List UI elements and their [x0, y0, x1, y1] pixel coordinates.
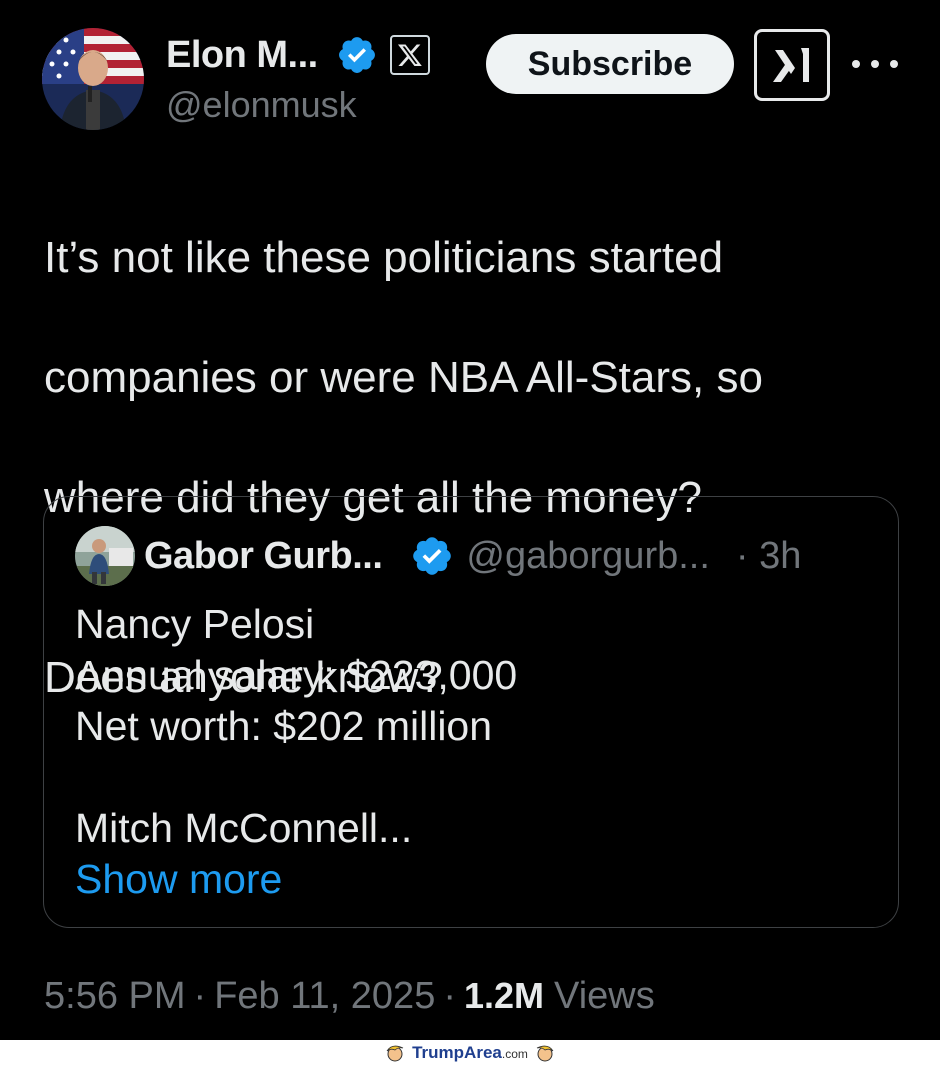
author-avatar[interactable]	[42, 28, 144, 130]
views-count: 1.2M	[463, 975, 545, 1016]
author-handle[interactable]: @elonmusk	[166, 84, 357, 126]
quoted-spacer	[75, 752, 875, 803]
quoted-handle[interactable]: @gaborgurb...	[466, 535, 710, 578]
meta-separator: ·	[443, 974, 456, 1017]
author-name-row: Elon M...	[166, 30, 430, 80]
watermark-suffix: .com	[501, 1047, 528, 1061]
tweet-line: companies or were NBA All-Stars, so	[44, 353, 763, 402]
show-more-link[interactable]: Show more	[75, 854, 875, 905]
quoted-timestamp[interactable]: · 3h	[736, 535, 801, 578]
more-options-icon[interactable]	[852, 46, 898, 82]
quoted-text: Nancy Pelosi Annual salary: $223,000 Net…	[75, 599, 875, 905]
tweet-meta: 5:56 PM · Feb 11, 2025 · 1.2M Views	[44, 970, 655, 1022]
quoted-author-avatar[interactable]	[75, 526, 135, 586]
watermark-name: TrumpArea	[412, 1043, 502, 1062]
x-logo-icon	[389, 35, 430, 75]
quoted-line: Net worth: $202 million	[75, 703, 493, 749]
trump-face-icon	[386, 1045, 404, 1062]
tweet-page: Elon M... @elonmusk Subscribe It’s not l…	[0, 0, 940, 1066]
quoted-display-name[interactable]: Gabor Gurb...	[144, 535, 383, 578]
subscribe-button[interactable]: Subscribe	[486, 34, 734, 94]
watermark-text: TrumpArea.com	[412, 1043, 528, 1063]
tweet-line: It’s not like these politicians started	[44, 233, 724, 282]
verified-badge-icon[interactable]	[410, 534, 454, 578]
author-display-name[interactable]: Elon M...	[166, 34, 318, 77]
quoted-tweet[interactable]: Gabor Gurb... @gaborgurb... · 3h Nancy P…	[43, 496, 899, 928]
grok-icon[interactable]	[754, 29, 830, 101]
views-label: Views	[554, 974, 655, 1017]
watermark-logo: TrumpArea.com	[384, 1042, 556, 1064]
quoted-header: Gabor Gurb... @gaborgurb... · 3h	[144, 531, 801, 581]
tweet-time[interactable]: 5:56 PM	[44, 975, 186, 1018]
meta-separator: ·	[193, 974, 207, 1017]
verified-badge-icon[interactable]	[336, 34, 378, 76]
watermark-strip: TrumpArea.com	[0, 1040, 940, 1066]
trump-face-icon	[536, 1045, 554, 1062]
tweet-date[interactable]: Feb 11, 2025	[214, 975, 435, 1018]
quoted-line: Nancy Pelosi	[75, 601, 315, 647]
quoted-line: Annual salary: $223,000	[75, 652, 518, 698]
quoted-truncated-line: Mitch McConnell...	[75, 805, 413, 851]
